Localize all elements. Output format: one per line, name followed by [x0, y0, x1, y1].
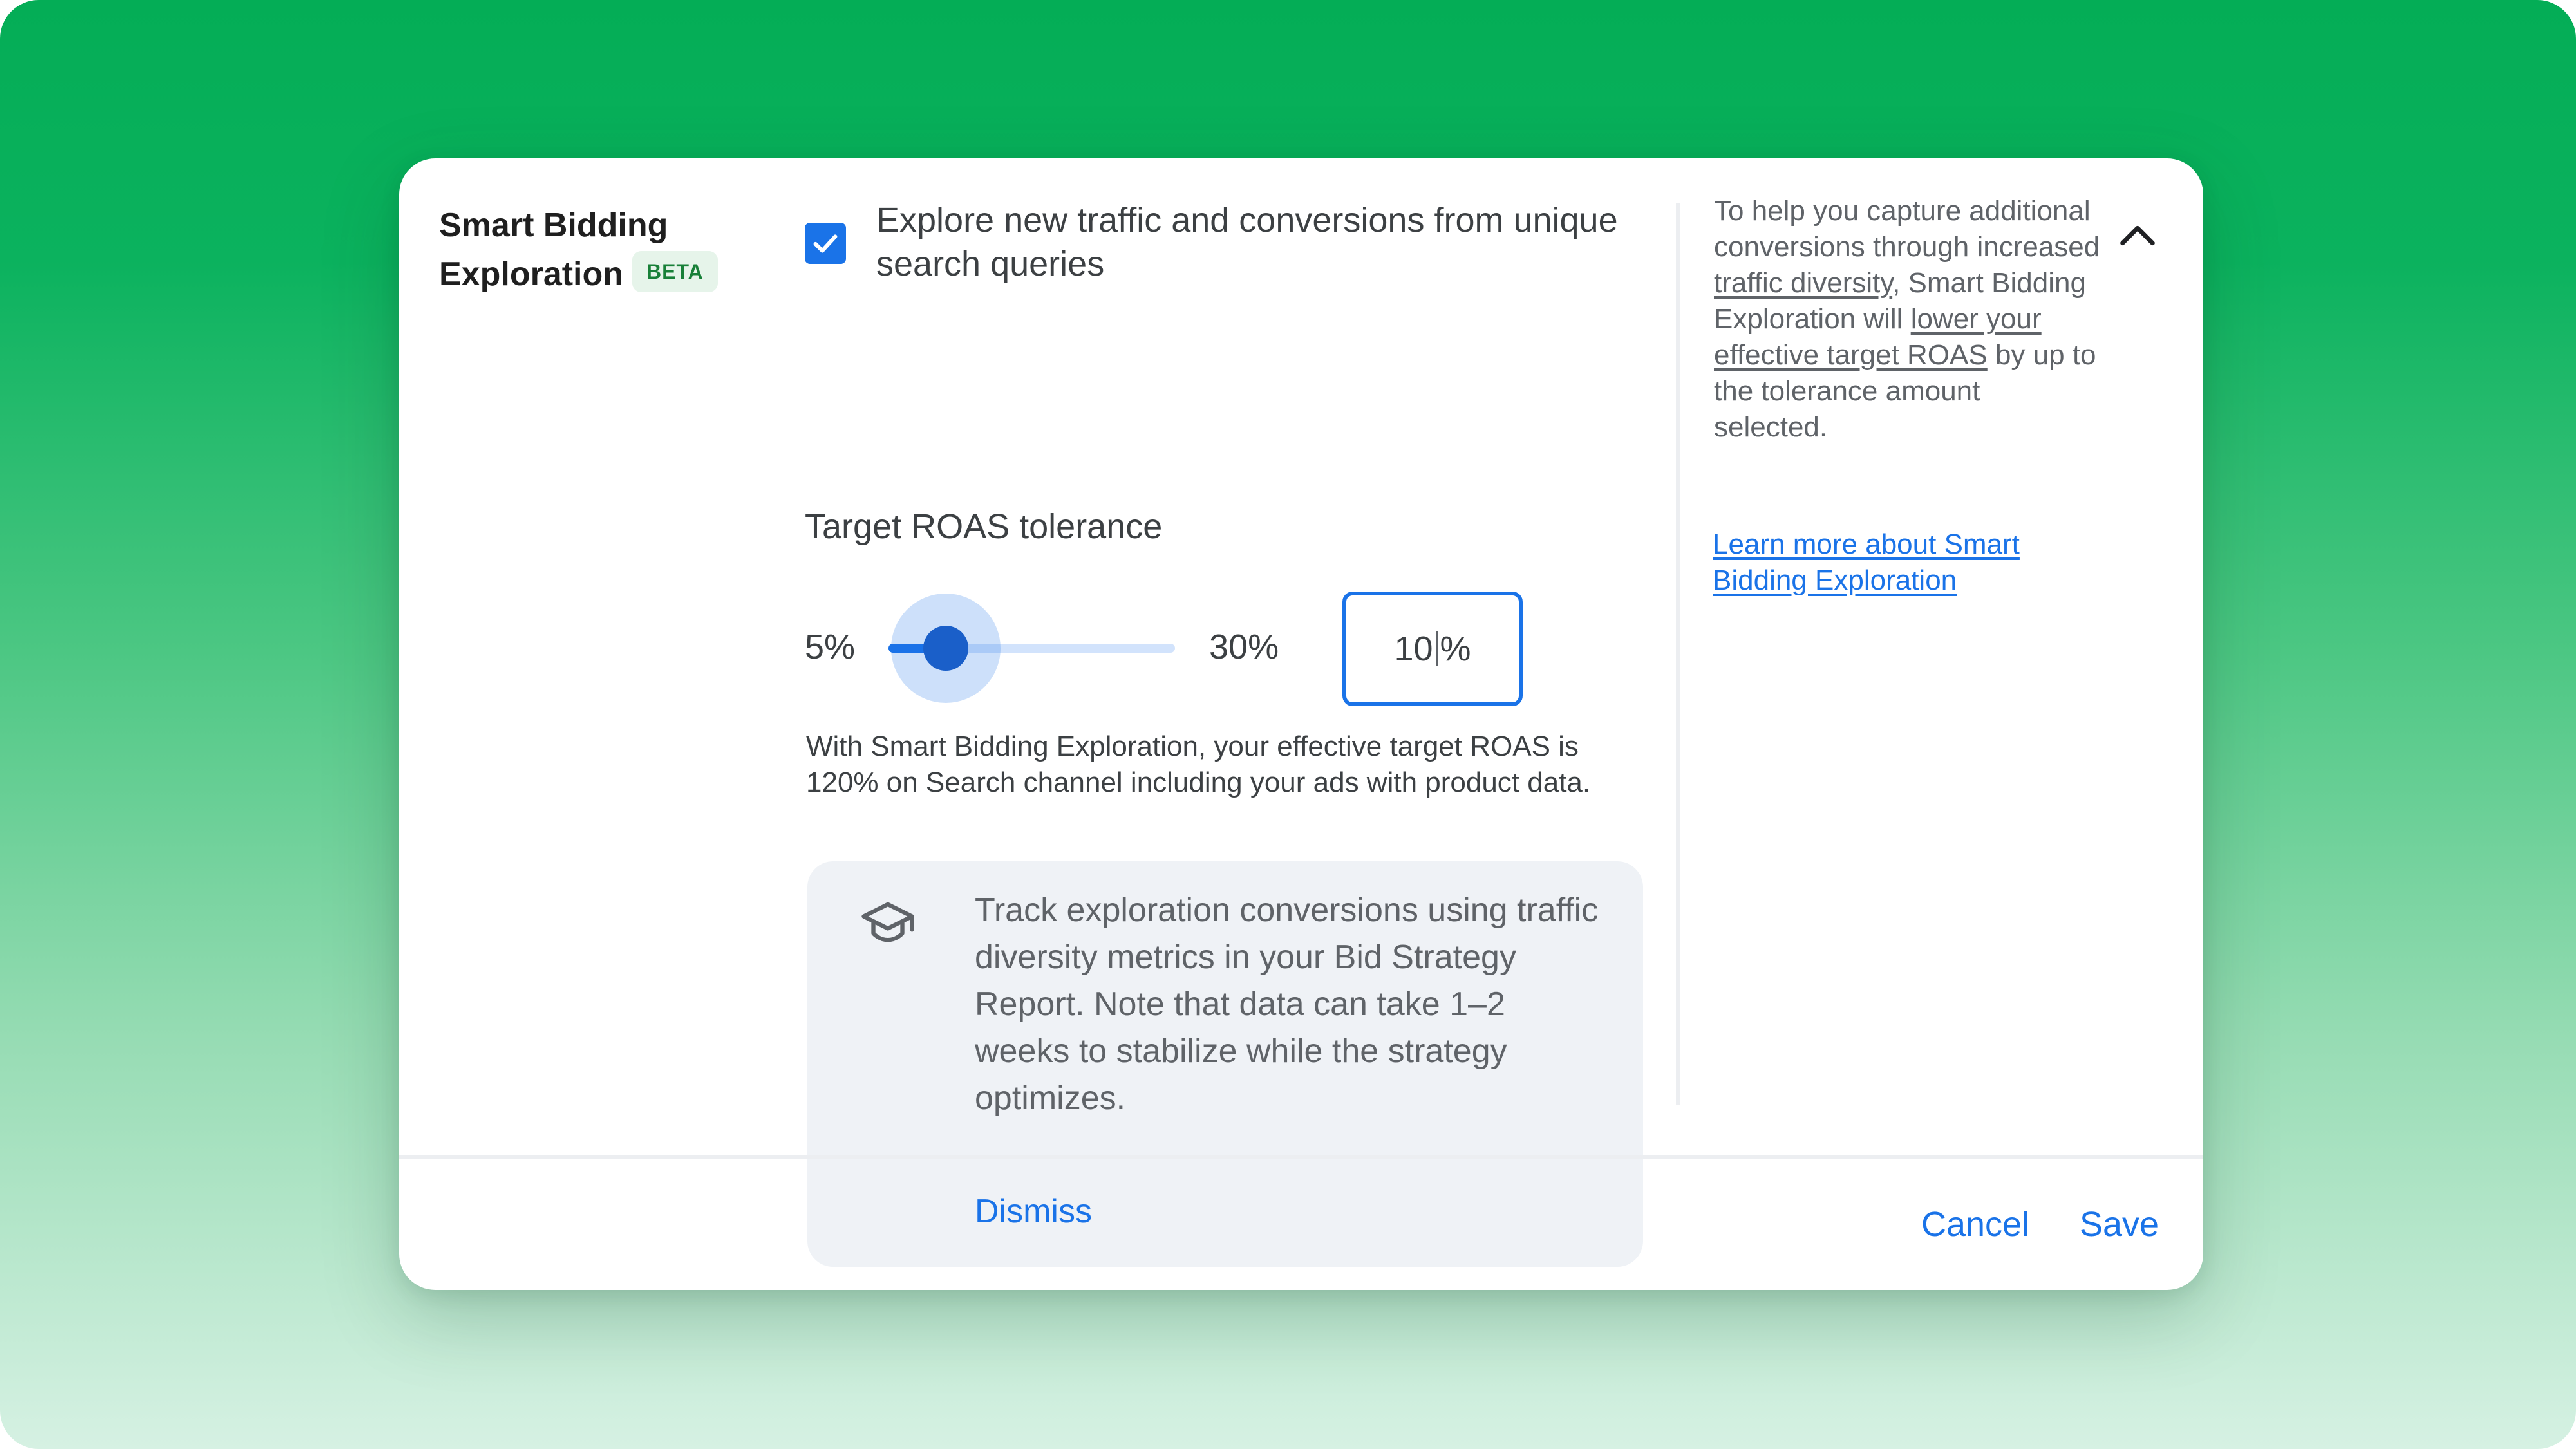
side-help-part1: To help you capture additional conversio… [1714, 195, 2100, 263]
info-card-text: Track exploration conversions using traf… [975, 892, 1599, 1117]
dismiss-button[interactable]: Dismiss [975, 1190, 1092, 1233]
tolerance-input[interactable]: 10% [1342, 592, 1523, 706]
tolerance-label: Target ROAS tolerance [805, 507, 1163, 546]
background: Smart Bidding Exploration BETA Explore n… [0, 0, 2576, 1449]
explore-checkbox-label[interactable]: Explore new traffic and conversions from… [876, 198, 1636, 286]
side-help-text: To help you capture additional conversio… [1714, 193, 2100, 445]
chevron-up-icon [2120, 225, 2155, 246]
info-card: Track exploration conversions using traf… [807, 861, 1643, 1267]
learn-more-link[interactable]: Learn more about Smart Bidding Explorati… [1713, 527, 2099, 599]
vertical-divider [1676, 203, 1680, 1105]
explore-checkbox[interactable] [805, 223, 846, 264]
slider-handle[interactable] [923, 626, 968, 671]
save-button[interactable]: Save [2080, 1202, 2159, 1246]
cancel-button[interactable]: Cancel [1921, 1202, 2029, 1246]
text-caret [1435, 631, 1438, 666]
slider-max-label: 30% [1209, 628, 1279, 666]
tolerance-input-value: 10 [1394, 630, 1433, 668]
traffic-diversity-term: traffic diversity [1714, 267, 1893, 299]
footer-divider [399, 1155, 2203, 1159]
effective-roas-helper-text: With Smart Bidding Exploration, your eff… [806, 731, 1591, 798]
tolerance-input-unit: % [1440, 630, 1471, 668]
checkmark-icon [813, 234, 838, 253]
collapse-button[interactable] [2099, 197, 2176, 274]
section-title-line1: Smart Bidding [439, 207, 668, 244]
tolerance-slider[interactable] [888, 594, 1175, 703]
slider-min-label: 5% [805, 628, 856, 666]
settings-dialog: Smart Bidding Exploration BETA Explore n… [399, 158, 2203, 1290]
graduation-cap-icon [859, 893, 917, 951]
beta-badge: BETA [632, 251, 718, 292]
